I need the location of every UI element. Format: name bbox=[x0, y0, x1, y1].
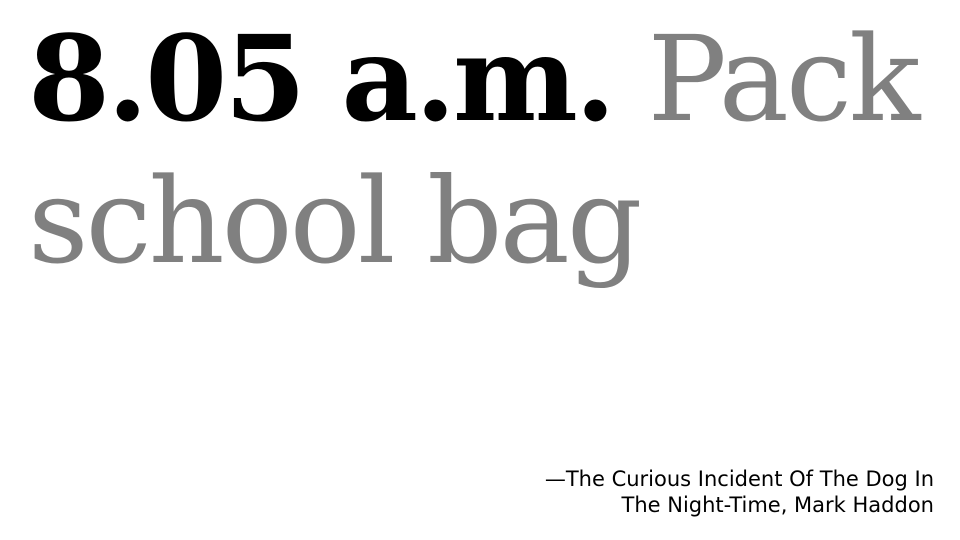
attribution: —The Curious Incident Of The Dog In The N… bbox=[474, 467, 934, 518]
quote-text: 8.05 a.m. Pack school bag bbox=[28, 8, 938, 292]
attribution-line-1: —The Curious Incident Of The Dog In bbox=[544, 467, 934, 491]
attribution-line-2: The Night-Time, Mark Haddon bbox=[621, 492, 934, 517]
quote-card: 8.05 a.m. Pack school bag —The Curious I… bbox=[0, 0, 960, 540]
quote-time: 8.05 a.m. bbox=[28, 9, 616, 148]
